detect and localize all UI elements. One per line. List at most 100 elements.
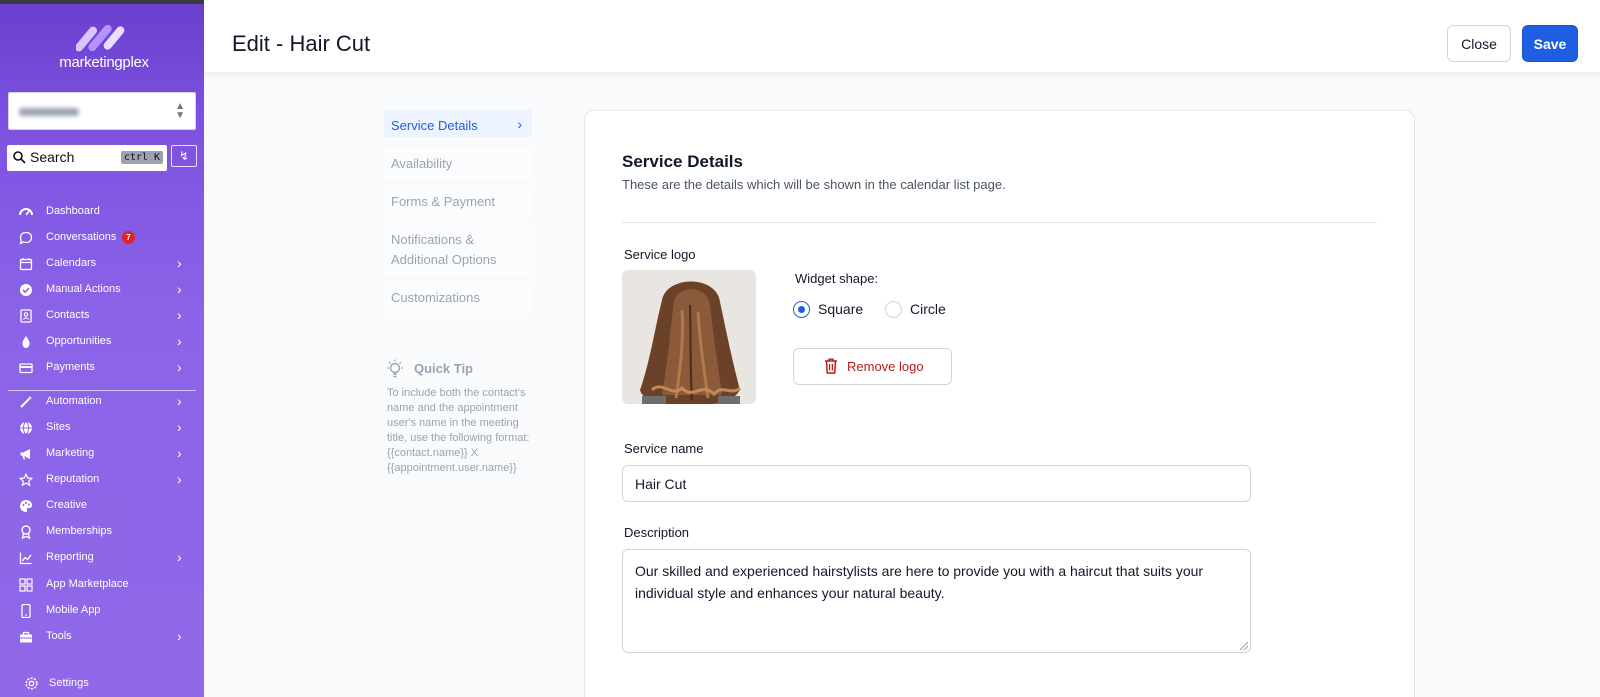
chevron-right-icon: › xyxy=(177,445,182,461)
sidebar-item-memberships[interactable]: Memberships xyxy=(0,520,204,544)
service-logo-label: Service logo xyxy=(624,247,696,262)
subnav-label: Notifications & Additional Options xyxy=(391,232,497,267)
sidebar-item-label: Creative xyxy=(46,499,87,511)
subnav-label: Customizations xyxy=(391,290,480,305)
subnav-notifications[interactable]: Notifications & Additional Options xyxy=(384,224,534,276)
chevron-right-icon: › xyxy=(177,281,182,297)
sidebar-item-tools[interactable]: Tools › xyxy=(0,625,204,649)
unread-count-badge: 7 xyxy=(122,231,135,244)
sidebar-item-label: Marketing xyxy=(46,447,95,459)
sidebar-item-app-marketplace[interactable]: App Marketplace xyxy=(0,573,204,597)
brand-mark-icon xyxy=(76,24,125,52)
lightbulb-icon xyxy=(387,359,403,378)
globe-icon xyxy=(20,421,32,435)
chevron-right-icon: › xyxy=(517,116,522,132)
close-button[interactable]: Close xyxy=(1447,25,1511,62)
section-divider xyxy=(622,222,1377,223)
top-strip xyxy=(0,0,204,4)
description-text: Our skilled and experienced hairstylists… xyxy=(635,563,1204,601)
award-icon xyxy=(21,525,31,539)
chevron-right-icon: › xyxy=(177,471,182,487)
subnav-label: Availability xyxy=(391,156,453,171)
quick-tip-header: Quick Tip xyxy=(385,359,473,384)
updown-icon: ▲ ▼ xyxy=(175,101,185,121)
credit-card-icon xyxy=(19,363,33,374)
radio-selected-indicator xyxy=(793,301,810,318)
sidebar-item-label: Contacts xyxy=(46,309,90,321)
megaphone-icon xyxy=(20,449,30,460)
sidebar-item-label: Reputation xyxy=(46,473,100,485)
sidebar-item-label: Dashboard xyxy=(46,205,100,217)
remove-logo-label: Remove logo xyxy=(847,359,924,374)
chart-icon xyxy=(19,552,32,565)
chevron-right-icon: › xyxy=(177,359,182,375)
sidebar-item-label: Mobile App xyxy=(46,604,101,616)
chat-icon xyxy=(19,231,33,245)
sidebar-item-conversations[interactable]: Conversations 7 xyxy=(0,226,204,250)
brand-name: marketingplex xyxy=(59,54,149,71)
sidebar-item-label: App Marketplace xyxy=(46,578,129,590)
sidebar-item-creative[interactable]: Creative xyxy=(0,494,204,518)
gear-icon xyxy=(25,677,38,690)
search-box[interactable]: Search ctrl K xyxy=(7,145,167,171)
subnav-service-details[interactable]: Service Details › xyxy=(384,110,532,137)
chevron-right-icon: › xyxy=(177,307,182,323)
sidebar-item-automation[interactable]: Automation › xyxy=(0,390,204,414)
resize-handle-icon[interactable] xyxy=(1240,642,1248,650)
shape-square-label: Square xyxy=(818,301,864,317)
sidebar-item-reputation[interactable]: Reputation › xyxy=(0,468,204,492)
remove-logo-button[interactable]: Remove logo xyxy=(793,348,952,385)
sidebar-item-label: Calendars xyxy=(46,257,97,269)
sidebar-item-payments[interactable]: Payments › xyxy=(0,356,204,380)
sidebar: marketingplex ▲ ▼ Search ctrl K ↯ Dashboa… xyxy=(0,0,204,697)
sidebar-item-calendars[interactable]: Calendars › xyxy=(0,252,204,276)
section-subheading: These are the details which will be show… xyxy=(622,177,1006,192)
subnav-label: Service Details xyxy=(391,118,478,133)
sidebar-item-label: Opportunities xyxy=(46,335,112,347)
sidebar-item-sites[interactable]: Sites › xyxy=(0,416,204,440)
subnav-label: Forms & Payment xyxy=(391,194,496,209)
contacts-icon xyxy=(20,309,32,323)
trash-icon xyxy=(825,358,837,374)
quick-action-button[interactable]: ↯ xyxy=(171,145,197,167)
sidebar-item-reporting[interactable]: Reporting › xyxy=(0,546,204,570)
search-icon xyxy=(13,151,26,164)
service-name-input[interactable]: Hair Cut xyxy=(622,465,1251,502)
chevron-right-icon: › xyxy=(177,255,182,271)
account-name-blurred xyxy=(19,108,79,116)
radio-indicator xyxy=(885,301,902,318)
sidebar-item-label: Memberships xyxy=(46,525,113,537)
sidebar-item-marketing[interactable]: Marketing › xyxy=(0,442,204,466)
sidebar-item-label: Automation xyxy=(46,395,102,407)
service-logo-image xyxy=(622,270,756,404)
description-label: Description xyxy=(624,525,690,540)
sidebar-item-label: Tools xyxy=(46,630,72,642)
sidebar-item-mobile-app[interactable]: Mobile App xyxy=(0,599,204,623)
subnav-forms-payment[interactable]: Forms & Payment xyxy=(384,186,532,218)
star-icon xyxy=(19,473,33,487)
sidebar-item-manual-actions[interactable]: Manual Actions › xyxy=(0,278,204,302)
sidebar-item-label: Payments xyxy=(46,361,95,373)
check-circle-icon xyxy=(20,284,32,296)
sidebar-item-opportunities[interactable]: Opportunities › xyxy=(0,330,204,354)
quick-tip-body: To include both the contact's name and t… xyxy=(387,387,530,474)
sidebar-item-contacts[interactable]: Contacts › xyxy=(0,304,204,328)
sidebar-item-label: Sites xyxy=(46,421,71,433)
page-header: Edit - Hair Cut Close Save xyxy=(204,0,1600,73)
description-textarea[interactable]: Our skilled and experienced hairstylists… xyxy=(622,549,1251,653)
funnel-icon xyxy=(22,336,30,348)
sidebar-item-settings[interactable]: Settings xyxy=(24,676,89,696)
chevron-right-icon: › xyxy=(177,333,182,349)
chevron-right-icon: › xyxy=(177,549,182,565)
sidebar-item-dashboard[interactable]: Dashboard xyxy=(0,200,204,224)
subnav-availability[interactable]: Availability xyxy=(384,148,532,180)
sidebar-item-label: Conversations xyxy=(46,231,117,243)
save-button[interactable]: Save xyxy=(1522,25,1578,62)
subnav-customizations[interactable]: Customizations xyxy=(384,282,532,314)
search-label: Search xyxy=(30,149,75,165)
section-heading: Service Details xyxy=(622,152,743,171)
settings-label: Settings xyxy=(49,677,89,689)
brand-logo[interactable]: marketingplex xyxy=(52,22,156,78)
account-selector[interactable]: ▲ ▼ xyxy=(8,92,196,130)
chevron-right-icon: › xyxy=(177,419,182,435)
